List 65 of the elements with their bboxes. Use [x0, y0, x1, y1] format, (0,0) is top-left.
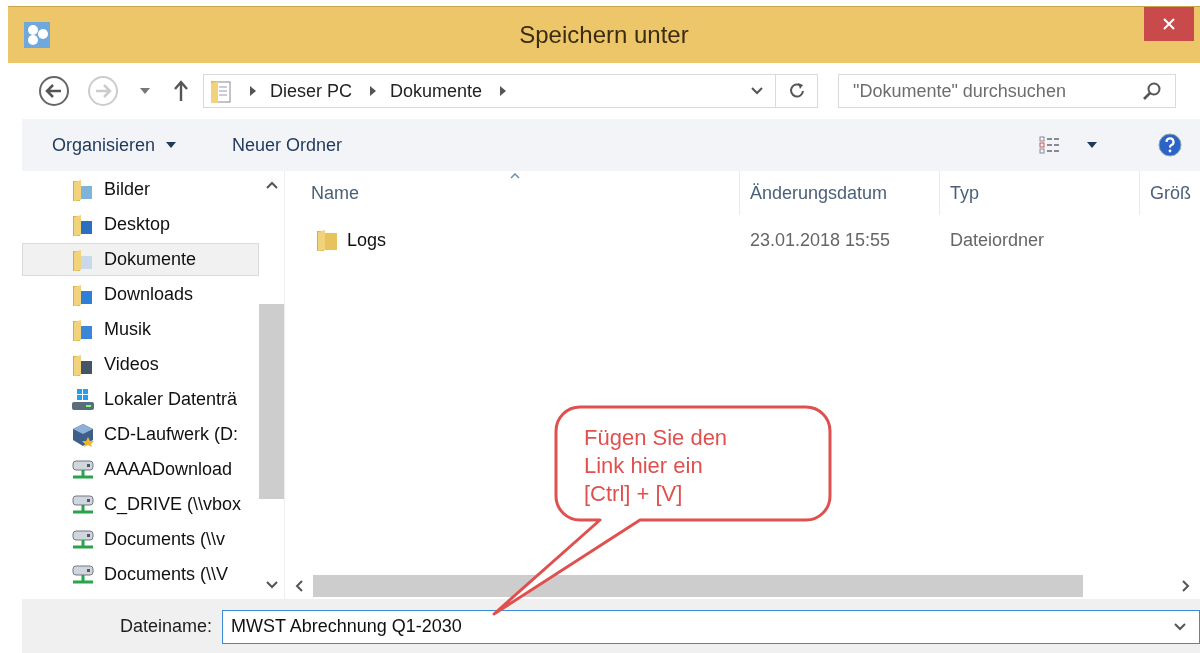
scroll-left-icon[interactable]	[295, 580, 303, 592]
column-header[interactable]: Name	[285, 171, 740, 215]
address-bar[interactable]: Dieser PC Dokumente	[203, 74, 818, 108]
folder-icon	[71, 212, 95, 237]
file-name[interactable]: Logs	[347, 229, 387, 251]
network-drive-icon	[71, 527, 95, 552]
back-icon[interactable]	[38, 75, 70, 107]
folder-icon	[71, 177, 95, 202]
column-header[interactable]: Größ	[1140, 171, 1200, 215]
refresh-icon	[787, 82, 806, 100]
chevron-icon[interactable]	[500, 86, 507, 96]
new-folder-button[interactable]: Neuer Ordner	[232, 130, 343, 160]
caret-icon[interactable]	[165, 141, 178, 149]
sidebar-item[interactable]: AAAADownload	[22, 453, 259, 486]
chevron-icon[interactable]	[370, 86, 377, 96]
sidebar-item[interactable]: Desktop	[22, 208, 259, 241]
folder-icon	[71, 317, 95, 342]
view-list-icon[interactable]	[1039, 136, 1061, 154]
app-icon	[24, 22, 50, 48]
help-icon[interactable]	[1158, 133, 1182, 157]
folder-icon	[315, 228, 339, 252]
folder-icon	[71, 247, 95, 272]
sidebar-item[interactable]: Downloads	[22, 278, 259, 311]
scroll-up-icon[interactable]	[265, 181, 278, 189]
network-drive-icon	[71, 492, 95, 517]
column-header[interactable]: Typ	[940, 171, 1140, 215]
scroll-right-icon[interactable]	[1182, 580, 1190, 592]
sidebar-item[interactable]: Bilder	[22, 173, 259, 206]
close-button[interactable]	[1144, 7, 1194, 41]
drive-icon	[71, 387, 95, 412]
sidebar-item[interactable]: Videos	[22, 348, 259, 381]
sidebar-item[interactable]: C_DRIVE (\\vbox	[22, 488, 259, 521]
scrollbar-thumb[interactable]	[313, 575, 1083, 597]
column-header[interactable]: Änderungsdatum	[740, 171, 940, 215]
caret-icon[interactable]	[1086, 141, 1098, 149]
organize-menu[interactable]: Organisieren	[52, 130, 156, 160]
sidebar-item[interactable]: Documents (\\V	[22, 558, 259, 591]
network-drive-icon	[71, 457, 95, 482]
folder-icon	[71, 282, 95, 307]
table-cell-text: Dateiordner	[949, 229, 1046, 251]
folder-icon	[210, 78, 232, 104]
dropdown-icon[interactable]	[751, 87, 763, 95]
filename-field[interactable]: MWST Abrechnung Q1-2030	[222, 609, 1200, 644]
chevron-icon[interactable]	[250, 86, 256, 96]
window-title: Speichern unter	[518, 21, 690, 49]
scrollbar-thumb[interactable]	[259, 304, 284, 499]
cube-icon	[71, 422, 95, 447]
breadcrumb[interactable]: Dieser PC	[270, 80, 353, 102]
network-drive-icon	[71, 562, 95, 587]
up-arrow-icon[interactable]	[173, 80, 189, 102]
search-field[interactable]: "Dokumente" durchsuchen	[838, 74, 1176, 108]
sidebar-item[interactable]: CD-Laufwerk (D:	[22, 418, 259, 451]
sidebar-item[interactable]: Lokaler Datenträ	[22, 383, 259, 416]
dropdown-icon[interactable]	[1174, 622, 1186, 631]
field-label: Dateiname:	[120, 616, 213, 637]
search-icon	[1142, 81, 1162, 101]
sidebar-item[interactable]: Musik	[22, 313, 259, 346]
sidebar-item[interactable]: Dokumente	[22, 243, 259, 276]
close-icon	[1162, 17, 1176, 31]
scroll-down-icon[interactable]	[265, 581, 278, 589]
breadcrumb[interactable]: Dokumente	[390, 80, 483, 102]
folder-icon	[71, 352, 95, 377]
callout-text: Fügen Sie den Link hier ein [Ctrl] + [V]	[584, 424, 728, 508]
sidebar-item[interactable]: Documents (\\v	[22, 523, 259, 556]
table-cell-text: 23.01.2018 15:55	[749, 229, 892, 251]
